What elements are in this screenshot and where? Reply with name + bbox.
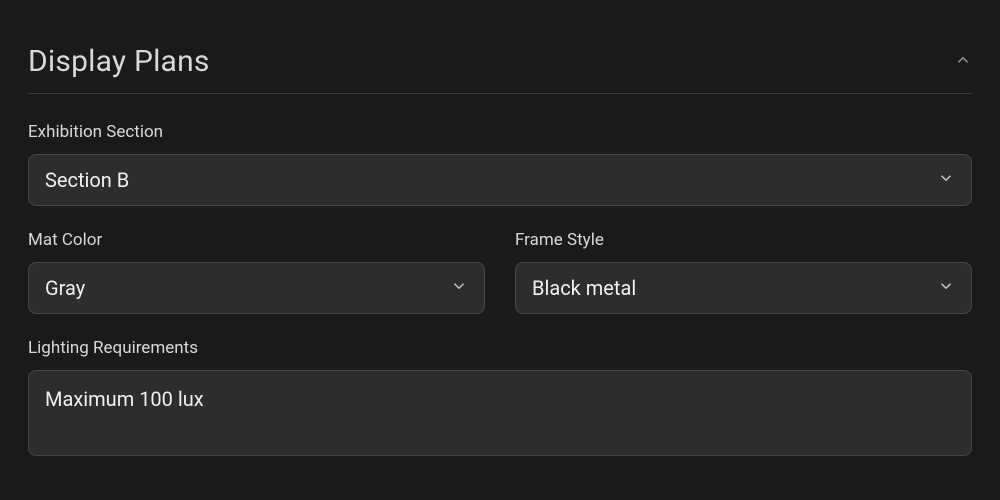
exhibition-section-label: Exhibition Section bbox=[28, 122, 972, 142]
mat-color-label: Mat Color bbox=[28, 230, 485, 250]
mat-color-select[interactable]: Gray bbox=[28, 262, 485, 314]
collapse-icon[interactable] bbox=[954, 51, 972, 73]
lighting-textarea[interactable] bbox=[28, 370, 972, 456]
frame-style-select[interactable]: Black metal bbox=[515, 262, 972, 314]
section-title: Display Plans bbox=[28, 44, 210, 79]
lighting-field: Lighting Requirements bbox=[28, 338, 972, 456]
exhibition-section-value: Section B bbox=[45, 168, 937, 192]
mat-color-field: Mat Color Gray bbox=[28, 230, 485, 314]
exhibition-section-field: Exhibition Section Section B bbox=[28, 122, 972, 206]
form-area: Exhibition Section Section B Mat Color G… bbox=[28, 94, 972, 456]
frame-style-label: Frame Style bbox=[515, 230, 972, 250]
chevron-down-icon bbox=[937, 277, 955, 299]
frame-style-value: Black metal bbox=[532, 276, 937, 300]
mat-color-value: Gray bbox=[45, 276, 450, 300]
exhibition-section-select[interactable]: Section B bbox=[28, 154, 972, 206]
frame-style-field: Frame Style Black metal bbox=[515, 230, 972, 314]
chevron-down-icon bbox=[450, 277, 468, 299]
section-header: Display Plans bbox=[28, 0, 972, 94]
chevron-down-icon bbox=[937, 169, 955, 191]
lighting-label: Lighting Requirements bbox=[28, 338, 972, 358]
